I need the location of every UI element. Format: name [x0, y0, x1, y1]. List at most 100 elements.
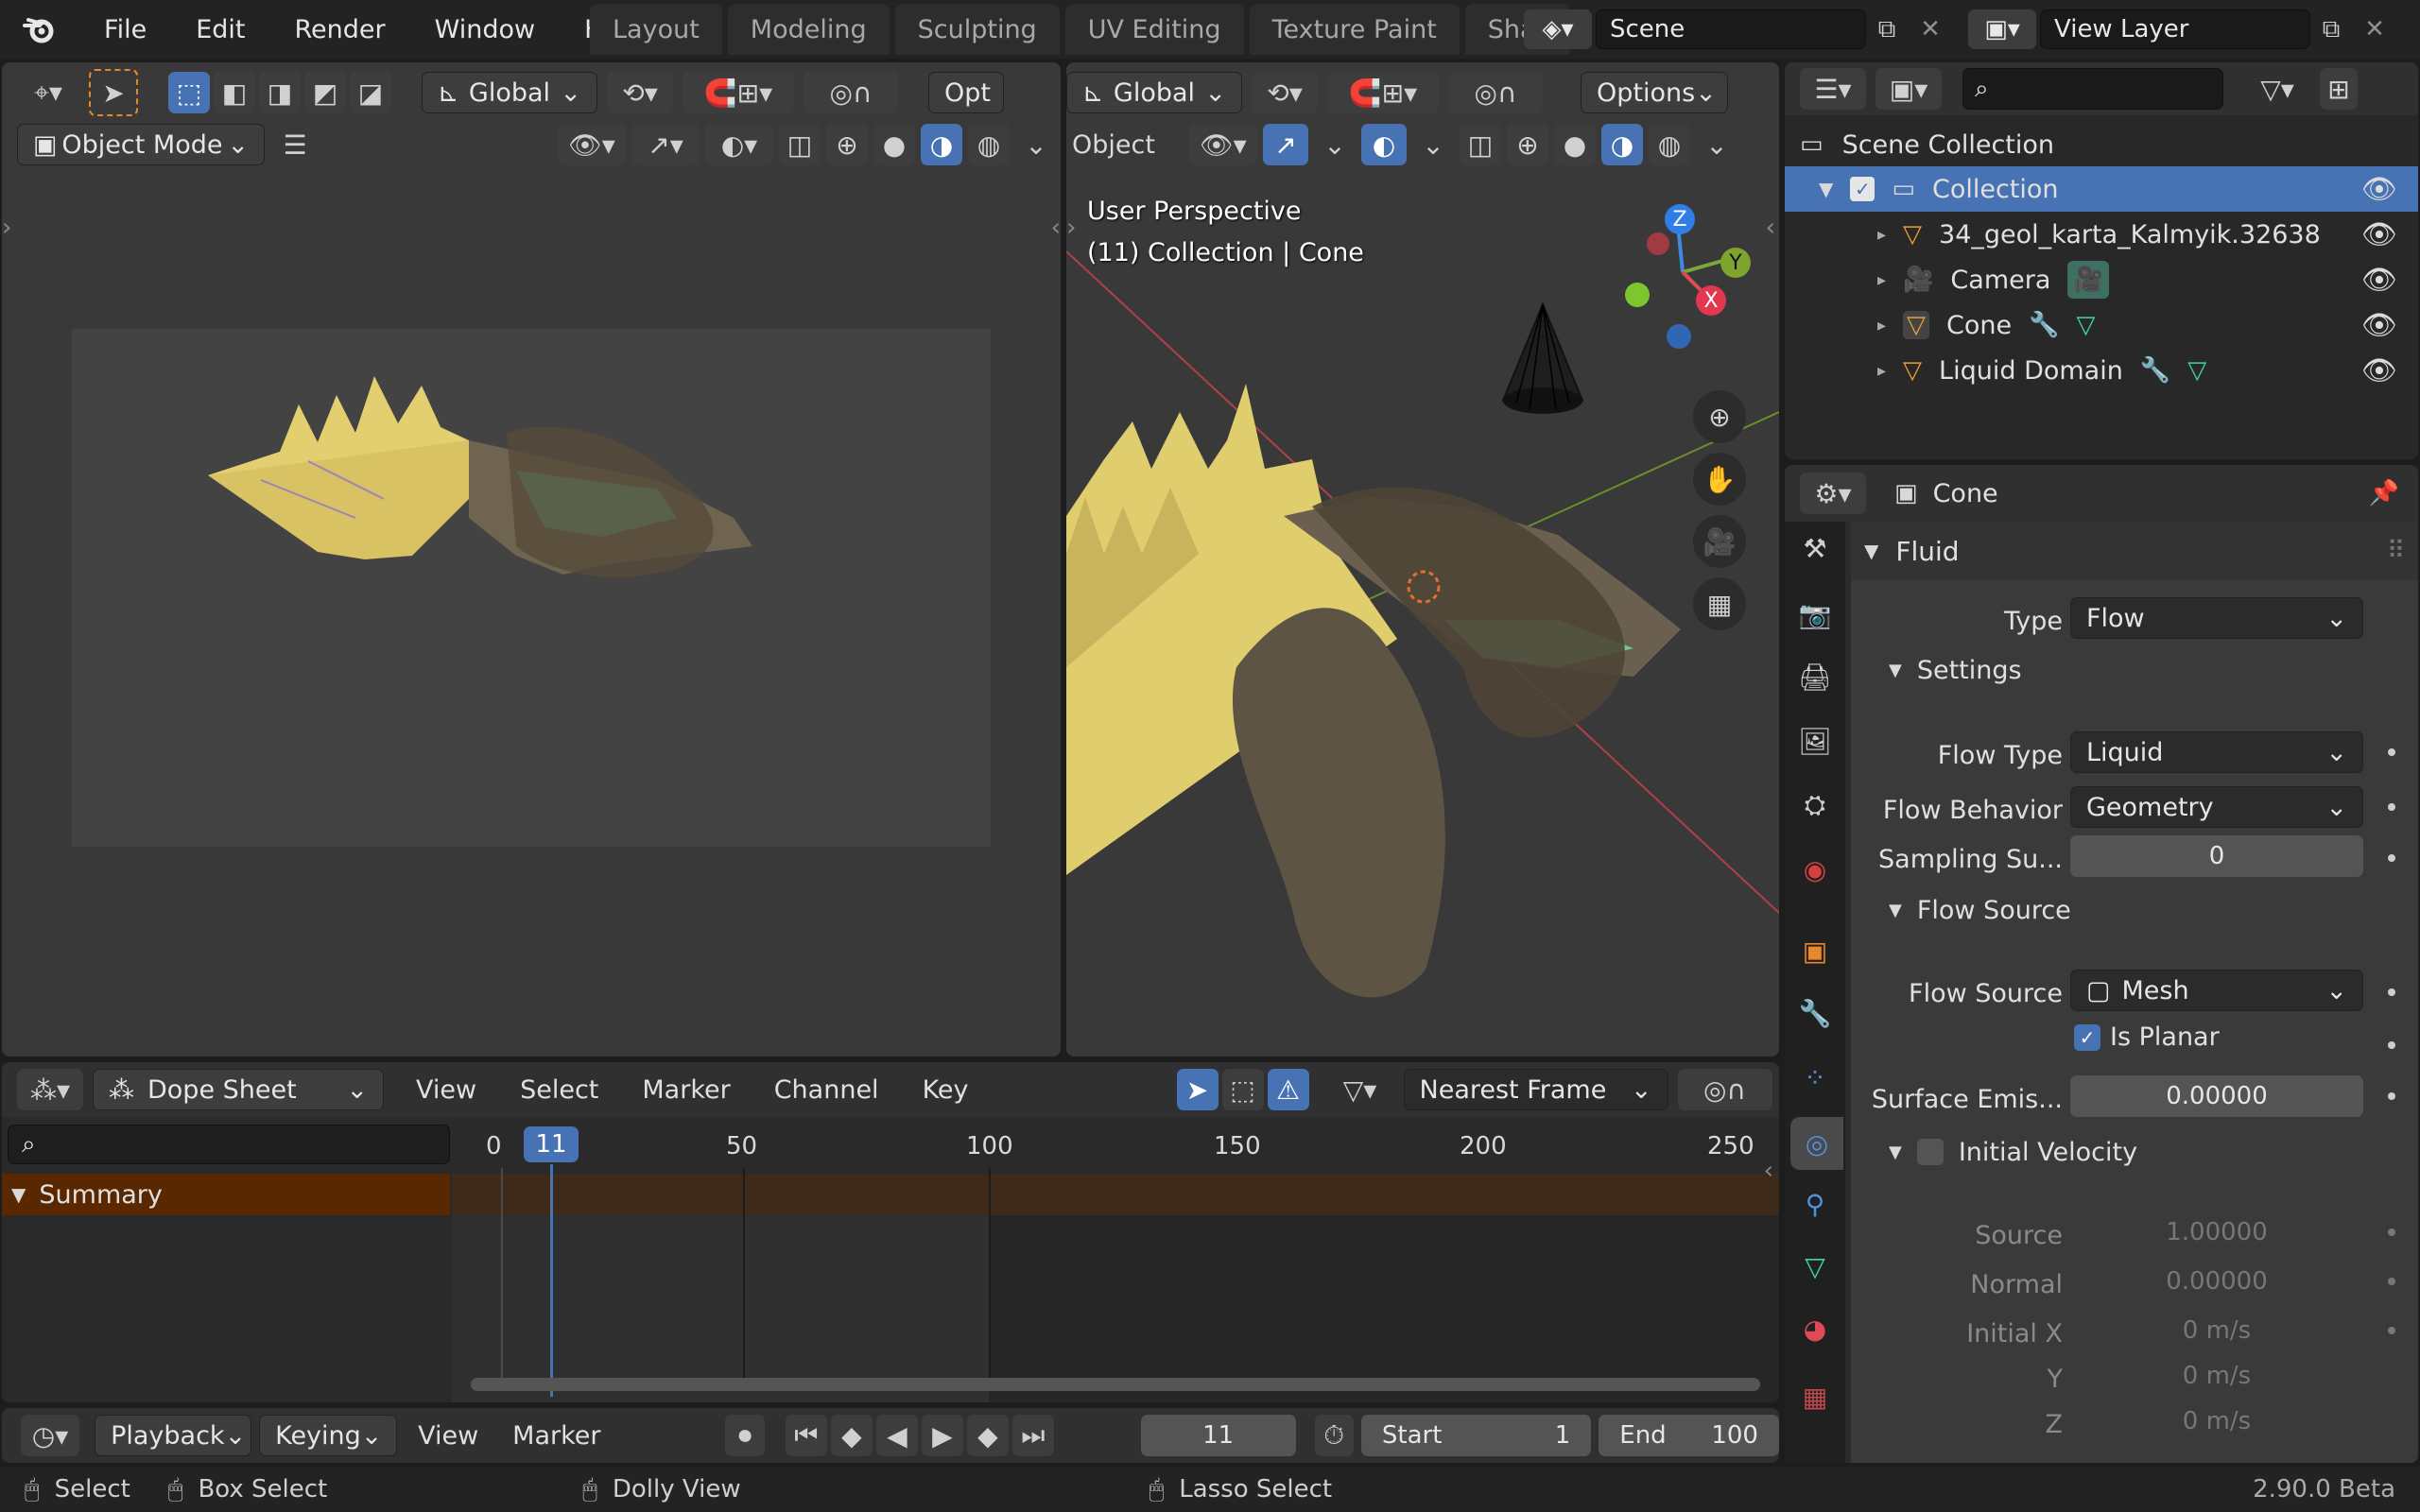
record-icon[interactable]: ⏺	[725, 1415, 765, 1456]
right-solid-icon[interactable]: ●	[1553, 124, 1596, 165]
flow-type-dropdown[interactable]: Liquid ⌄	[2070, 731, 2363, 773]
proportional-edit-icon[interactable]: ◎∩	[804, 72, 898, 113]
dopesheet-mode-dropdown[interactable]: ⁂ Dope Sheet ⌄	[93, 1069, 384, 1110]
view-layer-browse-icon[interactable]: ▣▾	[1968, 9, 2036, 49]
texture-tab-icon[interactable]: ▦	[1794, 1376, 1836, 1418]
scene-close-icon[interactable]: ✕	[1911, 9, 1949, 49]
timeline-menu-view[interactable]: View	[405, 1421, 492, 1451]
gizmo-x-axis[interactable]: X	[1696, 285, 1726, 316]
initial-velocity-subpanel-header[interactable]: ▼ Initial Velocity	[1889, 1126, 2137, 1177]
right-rendered-icon[interactable]: ◍	[1648, 124, 1690, 165]
eye-icon[interactable]: 👁	[2361, 218, 2397, 251]
gizmo-y-axis[interactable]: Y	[1720, 248, 1751, 278]
select-extend-icon[interactable]: ◧	[214, 72, 255, 113]
panel-collapse-icon[interactable]: ▼	[1864, 540, 1878, 562]
scene-tab-icon[interactable]: ⛭	[1794, 784, 1836, 826]
material-shading-icon[interactable]: ◑	[921, 124, 962, 165]
menu-file[interactable]: File	[79, 0, 171, 59]
playback-menu[interactable]: Playback ⌄	[95, 1415, 252, 1456]
menu-window[interactable]: Window	[410, 0, 560, 59]
filter-icon[interactable]: ▽▾	[2244, 68, 2310, 110]
select-subtract-icon[interactable]: ◨	[259, 72, 301, 113]
outliner-item-collection[interactable]: ▼ ✓ ▭ Collection 👁	[1785, 166, 2418, 212]
right-snap-icon[interactable]: 🧲⊞▾	[1327, 72, 1439, 113]
prev-keyframe-icon[interactable]: ◆	[830, 1415, 873, 1456]
pivot-icon[interactable]: ⟲▾	[607, 72, 673, 113]
data-tab-icon[interactable]: ▽	[1794, 1246, 1836, 1287]
solid-shading-icon[interactable]: ●	[873, 124, 915, 165]
view-layer-tab-icon[interactable]: 🖼	[1794, 720, 1836, 762]
wireframe-shading-icon[interactable]: ⊕	[826, 124, 868, 165]
left-toolbar-expand-icon[interactable]: ›	[2, 214, 11, 242]
blender-logo-icon[interactable]	[0, 14, 79, 44]
flow-source-subpanel-header[interactable]: ▼ Flow Source	[1889, 885, 2071, 936]
dopesheet-menu-marker[interactable]: Marker	[625, 1075, 747, 1105]
eye-icon[interactable]: 👁	[2361, 264, 2397, 297]
collapse-arrow-icon[interactable]: ▼	[1819, 178, 1833, 200]
only-errors-icon[interactable]: ⚠	[1267, 1069, 1309, 1110]
right-toolbar-expand-icon[interactable]: ›	[1066, 214, 1076, 242]
only-selected-icon[interactable]: ➤	[1176, 1069, 1219, 1110]
tab-layout[interactable]: Layout	[590, 4, 722, 55]
right-material-icon[interactable]: ◑	[1600, 124, 1643, 165]
hamburger-icon[interactable]: ☰	[274, 124, 316, 165]
dopesheet-menu-view[interactable]: View	[399, 1075, 493, 1105]
modifier-wrench-icon[interactable]: 🔧	[2140, 356, 2170, 385]
mode-dropdown[interactable]: ▣ Object Mode ⌄	[17, 124, 265, 165]
gizmo-icon[interactable]: ↗▾	[631, 124, 700, 165]
flow-behavior-dropdown[interactable]: Geometry ⌄	[2070, 786, 2363, 828]
frame-ruler[interactable]: 0 50 100 150 200 250 11	[452, 1121, 1779, 1168]
right-overlay-icon[interactable]: ◐	[1360, 124, 1407, 165]
is-planar-checkbox[interactable]: ✓ Is Planar	[2074, 1022, 2220, 1052]
select-tool-icon[interactable]: ➤	[89, 69, 138, 116]
overlay-icon[interactable]: ◐▾	[705, 124, 773, 165]
preview-range-icon[interactable]: ⏱	[1314, 1415, 1354, 1456]
settings-collapse-icon[interactable]: ▼	[1889, 661, 1902, 680]
right-shading-options-icon[interactable]: ⌄	[1696, 124, 1737, 165]
expand-arrow-icon[interactable]: ▸	[1877, 316, 1886, 335]
dopesheet-menu-channel[interactable]: Channel	[757, 1075, 896, 1105]
right-orientation-dropdown[interactable]: ⊾ Global ⌄	[1066, 72, 1242, 113]
playhead-line[interactable]	[550, 1164, 553, 1397]
menu-render[interactable]: Render	[269, 0, 409, 59]
flow-source-dropdown[interactable]: ▢ Mesh ⌄	[2070, 970, 2363, 1011]
current-frame-indicator[interactable]: 11	[524, 1126, 579, 1162]
render-tab-icon[interactable]: 📷	[1794, 593, 1836, 635]
rendered-shading-icon[interactable]: ◍	[968, 124, 1010, 165]
outliner-editor-icon[interactable]: ☰▾	[1800, 68, 1866, 110]
right-pivot-icon[interactable]: ⟲▾	[1252, 72, 1318, 113]
pin-icon[interactable]: 📌	[2369, 479, 2399, 507]
mesh-data-icon[interactable]: ▽	[2187, 356, 2206, 385]
end-frame-field[interactable]: End 100	[1599, 1415, 1779, 1456]
scene-collection-row[interactable]: ▭ Scene Collection	[1800, 123, 2054, 166]
output-tab-icon[interactable]: 🖨	[1794, 656, 1836, 697]
overlay-options-icon[interactable]: ⌄	[1412, 124, 1454, 165]
select-invert-icon[interactable]: ◩	[304, 72, 346, 113]
snap-icon[interactable]: 🧲⊞▾	[683, 72, 794, 113]
play-icon[interactable]: ▶	[921, 1415, 963, 1456]
show-hidden-icon[interactable]: ⬚	[1221, 1069, 1264, 1110]
right-sidebar-expand-icon[interactable]: ‹	[1766, 214, 1775, 242]
keyframe-dot-icon[interactable]	[2388, 1327, 2395, 1334]
initial-z-field[interactable]: 0 m/s	[2070, 1400, 2363, 1442]
dopesheet-proportional-icon[interactable]: ◎∩	[1677, 1069, 1772, 1110]
type-dropdown[interactable]: Flow ⌄	[2070, 597, 2363, 639]
dopesheet-sidebar-expand-icon[interactable]: ‹	[1764, 1157, 1773, 1185]
outliner-item-cone[interactable]: ▸ ▽ Cone 🔧 ▽ 👁	[1877, 302, 2418, 348]
fluid-panel-header[interactable]: ▼ Fluid ⠿	[1851, 522, 2418, 580]
outliner-item-geol[interactable]: ▸ ▽ 34_geol_karta_Kalmyik.32638 👁	[1877, 212, 2418, 257]
left-viewport[interactable]: ⌖▾ ➤ ⬚ ◧ ◨ ◩ ◪ ⊾ Global ⌄ ⟲▾ 🧲⊞▾ ◎∩ Opt ▣ O…	[2, 62, 1061, 1057]
keyframe-dot-icon[interactable]	[2388, 854, 2395, 862]
scene-name-field[interactable]: Scene	[1596, 9, 1866, 49]
checkbox-checked-icon[interactable]: ✓	[2074, 1023, 2100, 1051]
tab-modeling[interactable]: Modeling	[727, 4, 890, 55]
keyframe-dot-icon[interactable]	[2388, 1041, 2395, 1049]
properties-editor-icon[interactable]: ⚙▾	[1800, 472, 1866, 514]
tab-sculpting[interactable]: Sculpting	[894, 4, 1060, 55]
zoom-icon[interactable]: ⊕	[1693, 390, 1746, 443]
object-menu[interactable]: Object	[1066, 124, 1161, 165]
normal-field[interactable]: 0.00000	[2070, 1261, 2363, 1302]
eye-icon[interactable]: 👁	[2361, 309, 2397, 342]
summary-channel[interactable]: ▼ Summary	[2, 1174, 450, 1215]
xray-icon[interactable]: ◫	[779, 124, 821, 165]
